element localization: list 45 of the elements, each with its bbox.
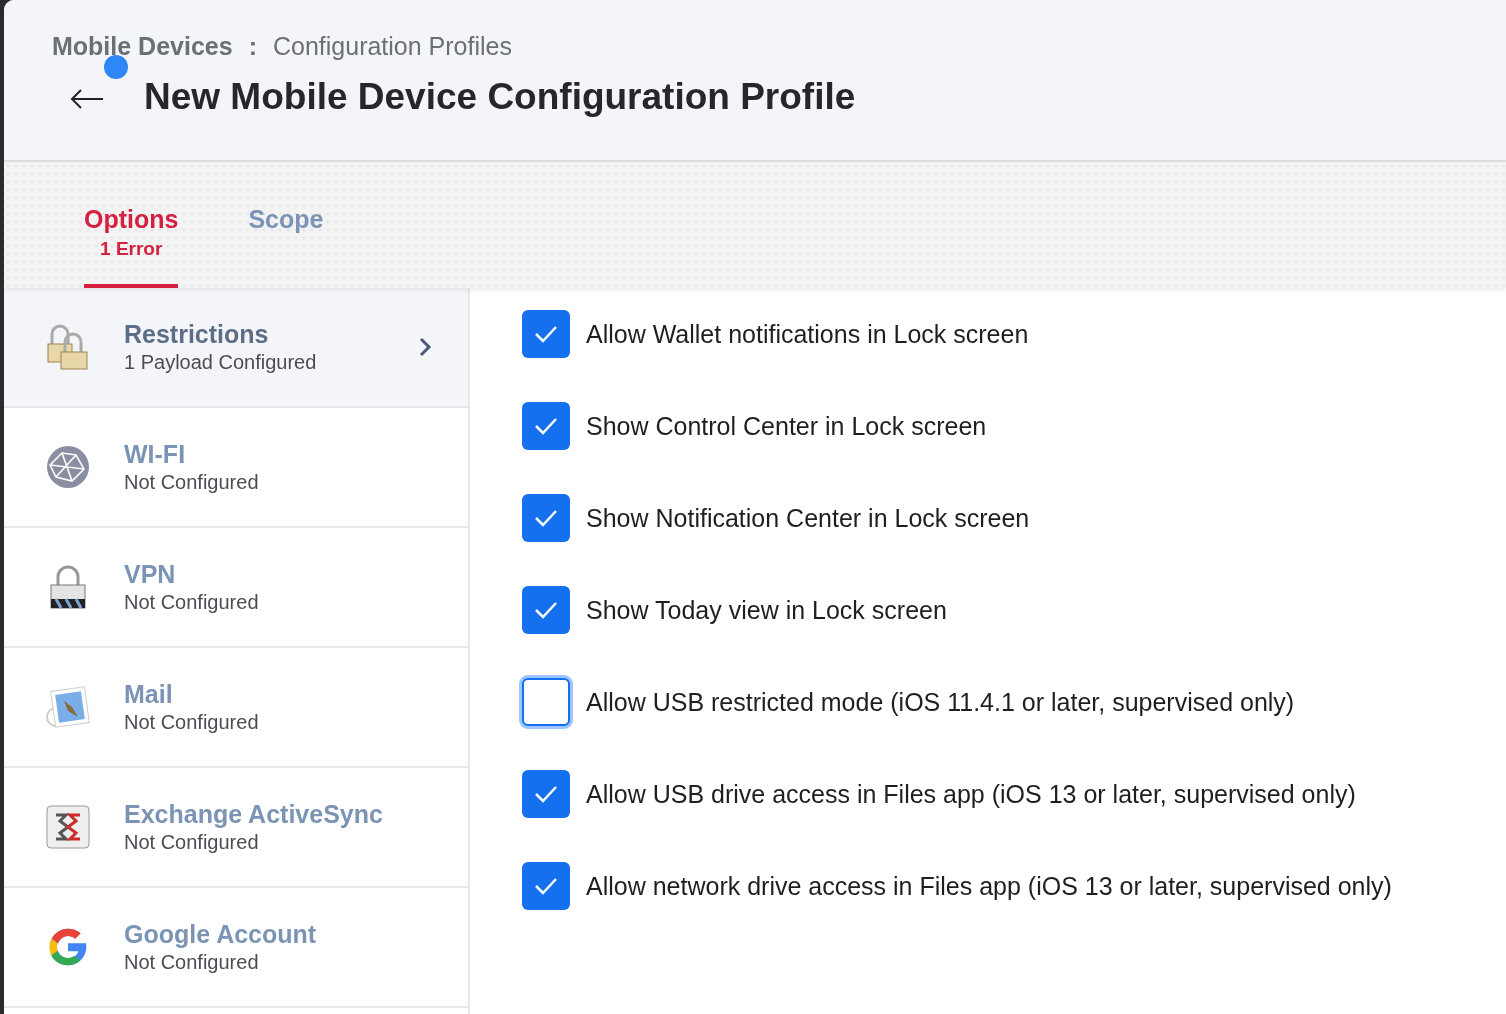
option-label: Allow USB restricted mode (iOS 11.4.1 or later, supervised only) xyxy=(586,687,1295,717)
payload-title: Mail xyxy=(124,680,174,709)
option-label: Show Control Center in Lock screen xyxy=(586,411,987,441)
checkmark-icon xyxy=(533,600,559,620)
payload-title: Restrictions xyxy=(124,320,270,349)
payload-status: Not Configured xyxy=(124,951,260,974)
option-label: Show Today view in Lock screen xyxy=(586,595,947,625)
payload-title: VPN xyxy=(124,560,177,589)
checkbox[interactable] xyxy=(522,494,570,542)
checkmark-icon xyxy=(533,416,559,436)
payload-title: Exchange ActiveSync xyxy=(124,800,384,829)
checkmark-icon xyxy=(533,508,559,528)
checkmark-icon xyxy=(533,876,559,896)
padlock-icon xyxy=(50,565,86,609)
globe-icon xyxy=(46,445,90,489)
checkbox[interactable] xyxy=(522,586,570,634)
option-label: Allow Wallet notifications in Lock screen xyxy=(586,319,1029,349)
breadcrumb-current: Configuration Profiles xyxy=(272,32,512,61)
payload-status: Not Configured xyxy=(124,711,260,734)
chevron-right-icon xyxy=(418,336,432,358)
checkbox[interactable] xyxy=(522,678,570,726)
exchange-icon xyxy=(46,805,90,849)
payload-status: 1 Payload Configured xyxy=(124,351,318,374)
checkmark-icon xyxy=(533,784,559,804)
option-label: Allow USB drive access in Files app (iOS 13 or later, supervised only) xyxy=(586,779,1356,809)
error-count: 1 Error xyxy=(100,237,163,260)
checkbox[interactable] xyxy=(522,310,570,358)
back-arrow-icon xyxy=(70,89,104,109)
stamp-icon xyxy=(46,685,90,729)
option-label: Show Notification Center in Lock screen xyxy=(586,503,1030,533)
payload-item[interactable]: Restrictions 1 Payload Configured xyxy=(4,288,468,408)
checkbox[interactable] xyxy=(522,862,570,910)
option-label: Allow network drive access in Files app (iOS 13 or later, supervised only) xyxy=(586,871,1392,901)
breadcrumb-separator: : xyxy=(248,32,257,61)
payload-title: WI-FI xyxy=(124,440,187,469)
payload-status: Not Configured xyxy=(124,831,260,854)
payload-status: Not Configured xyxy=(124,471,260,494)
checkbox[interactable] xyxy=(522,770,570,818)
payload-status: Not Configured xyxy=(124,591,260,614)
breadcrumb-link[interactable]: Mobile Devices xyxy=(52,32,233,61)
payload-title: Google Account xyxy=(124,920,318,949)
checkmark-icon xyxy=(533,324,559,344)
padlocks-icon xyxy=(46,324,90,370)
page-title: New Mobile Device Configuration Profile xyxy=(144,76,856,118)
checkbox[interactable] xyxy=(522,402,570,450)
